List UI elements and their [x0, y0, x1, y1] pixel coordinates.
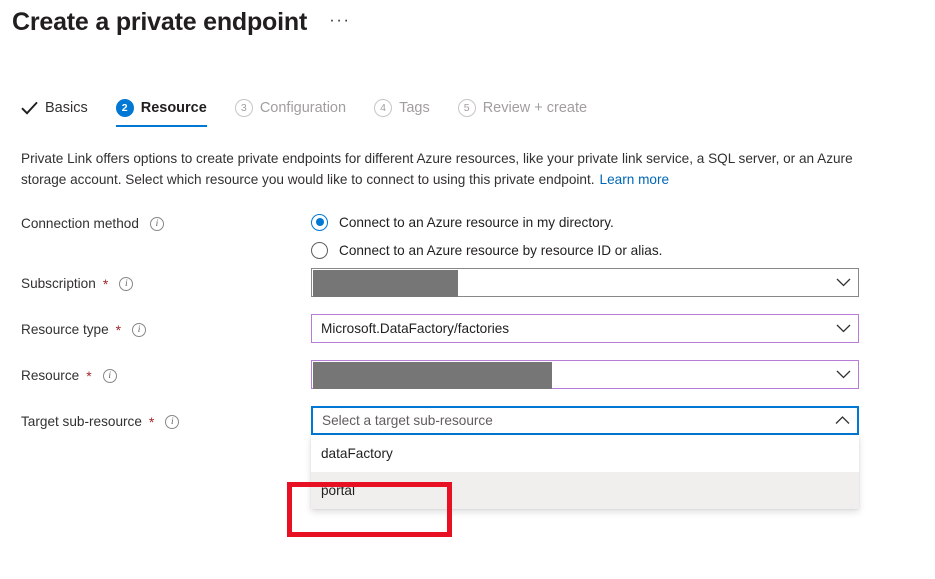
- label-text-subscription: Subscription: [21, 276, 96, 291]
- radio-dot-icon: [311, 214, 328, 231]
- label-target-sub-resource: Target sub-resource * i: [21, 414, 179, 429]
- field-row-resource-type: Resource type * i Microsoft.DataFactory/…: [0, 314, 935, 360]
- tab-label-basics: Basics: [45, 98, 88, 118]
- info-icon-subscription[interactable]: i: [119, 277, 133, 291]
- dropdown-option-datafactory[interactable]: dataFactory: [311, 435, 859, 472]
- target-sub-resource-dropdown[interactable]: Select a target sub-resource: [311, 406, 859, 435]
- label-text-target-sub-resource: Target sub-resource: [21, 414, 142, 429]
- target-sub-resource-placeholder: Select a target sub-resource: [313, 413, 827, 428]
- required-asterisk: *: [149, 415, 154, 429]
- redacted-value-subscription: [313, 270, 458, 297]
- required-asterisk: *: [116, 323, 121, 337]
- label-resource: Resource * i: [21, 368, 117, 383]
- label-text-resource-type: Resource type: [21, 322, 109, 337]
- radio-label-connect-by-resource-id: Connect to an Azure resource by resource…: [339, 243, 662, 258]
- tab-basics[interactable]: Basics: [20, 98, 102, 127]
- label-text-resource: Resource: [21, 368, 79, 383]
- tab-number-badge-tags: 4: [374, 99, 392, 117]
- more-options-button[interactable]: ···: [325, 9, 354, 35]
- target-sub-resource-option-list: dataFactory portal: [311, 435, 859, 509]
- tab-label-resource: Resource: [141, 98, 207, 118]
- radio-connect-in-directory[interactable]: Connect to an Azure resource in my direc…: [311, 208, 662, 236]
- label-resource-type: Resource type * i: [21, 322, 146, 337]
- tab-review-create[interactable]: 5 Review + create: [458, 98, 601, 127]
- chevron-down-icon: [828, 324, 858, 333]
- radio-group-connection-method: Connect to an Azure resource in my direc…: [311, 208, 662, 264]
- redacted-value-resource: [313, 362, 552, 389]
- radio-label-connect-in-directory: Connect to an Azure resource in my direc…: [339, 215, 614, 230]
- tab-configuration[interactable]: 3 Configuration: [235, 98, 360, 127]
- resource-type-value: Microsoft.DataFactory/factories: [312, 321, 828, 336]
- field-row-subscription: Subscription * i: [0, 268, 935, 314]
- info-icon-resource[interactable]: i: [103, 369, 117, 383]
- subscription-dropdown[interactable]: [311, 268, 859, 297]
- tab-label-configuration: Configuration: [260, 98, 346, 118]
- tab-tags[interactable]: 4 Tags: [374, 98, 444, 127]
- info-icon-connection-method[interactable]: i: [150, 217, 164, 231]
- field-row-target-sub-resource: Target sub-resource * i Select a target …: [0, 406, 935, 452]
- page-title: Create a private endpoint: [12, 6, 307, 38]
- tab-resource[interactable]: 2 Resource: [116, 98, 221, 127]
- field-row-resource: Resource * i: [0, 360, 935, 406]
- required-asterisk: *: [103, 277, 108, 291]
- tab-label-tags: Tags: [399, 98, 430, 118]
- info-icon-resource-type[interactable]: i: [132, 323, 146, 337]
- learn-more-link[interactable]: Learn more: [600, 172, 670, 187]
- page-header: Create a private endpoint ···: [12, 6, 355, 38]
- chevron-down-icon: [828, 370, 858, 379]
- field-row-connection-method: Connection method i Connect to an Azure …: [0, 208, 935, 268]
- resource-type-dropdown[interactable]: Microsoft.DataFactory/factories: [311, 314, 859, 343]
- required-asterisk: *: [86, 369, 91, 383]
- radio-connect-by-resource-id[interactable]: Connect to an Azure resource by resource…: [311, 236, 662, 264]
- description-text: Private Link offers options to create pr…: [21, 151, 853, 187]
- tab-label-review-create: Review + create: [483, 98, 587, 118]
- tab-number-badge-configuration: 3: [235, 99, 253, 117]
- tab-number-badge-review-create: 5: [458, 99, 476, 117]
- chevron-up-icon: [827, 416, 857, 425]
- check-icon: [20, 99, 38, 117]
- resource-dropdown[interactable]: [311, 360, 859, 389]
- blade-description: Private Link offers options to create pr…: [21, 148, 866, 190]
- label-subscription: Subscription * i: [21, 276, 133, 291]
- wizard-tab-bar: Basics 2 Resource 3 Configuration 4 Tags…: [20, 98, 615, 127]
- chevron-down-icon: [828, 278, 858, 287]
- radio-dot-icon: [311, 242, 328, 259]
- form-area: Connection method i Connect to an Azure …: [0, 208, 935, 452]
- tab-number-badge-resource: 2: [116, 99, 134, 117]
- dropdown-option-portal[interactable]: portal: [311, 472, 859, 509]
- label-connection-method: Connection method i: [21, 216, 164, 231]
- label-text-connection-method: Connection method: [21, 216, 139, 231]
- info-icon-target-sub-resource[interactable]: i: [165, 415, 179, 429]
